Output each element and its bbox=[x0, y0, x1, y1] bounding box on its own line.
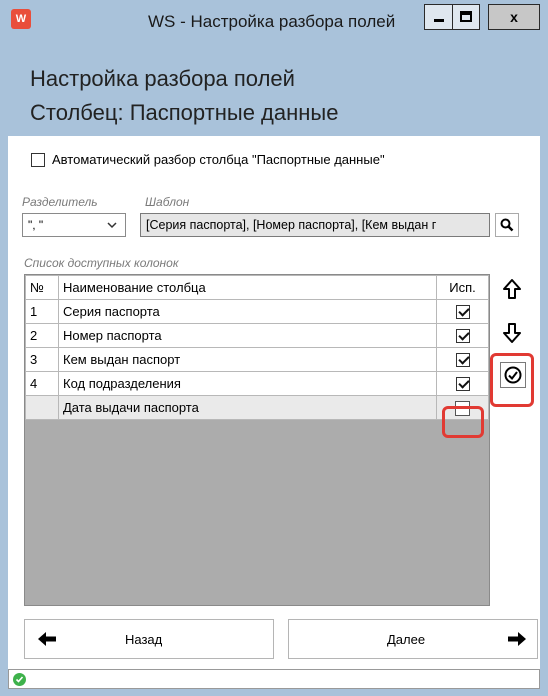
template-label: Шаблон bbox=[145, 195, 190, 209]
next-button[interactable]: Далее bbox=[288, 619, 538, 659]
header-subtitle: Столбец: Паспортные данные bbox=[30, 100, 339, 125]
maximize-button[interactable] bbox=[452, 4, 480, 30]
window-title: WS - Настройка разбора полей bbox=[148, 12, 396, 31]
close-icon: x bbox=[510, 9, 518, 25]
use-checkbox[interactable] bbox=[455, 377, 470, 392]
table-row[interactable]: 4 Код подразделения bbox=[25, 371, 489, 396]
table-row[interactable]: 2 Номер паспорта bbox=[25, 323, 489, 348]
row-use-cell bbox=[436, 347, 489, 372]
checkbox-highlight-frame bbox=[442, 406, 484, 438]
move-down-button[interactable] bbox=[500, 320, 524, 346]
row-name: Кем выдан паспорт bbox=[58, 347, 437, 372]
search-button[interactable] bbox=[495, 213, 519, 237]
column-header-use[interactable]: Исп. bbox=[436, 275, 489, 300]
auto-parse-checkbox[interactable] bbox=[31, 152, 45, 167]
button-highlight-frame bbox=[490, 353, 534, 407]
auto-parse-label: Автоматический разбор столбца "Паспортны… bbox=[52, 152, 385, 167]
title-bar[interactable]: W WS - Настройка разбора полей x bbox=[0, 0, 548, 44]
search-icon bbox=[500, 218, 514, 232]
back-label: Назад bbox=[125, 631, 163, 647]
row-use-cell bbox=[436, 323, 489, 348]
use-checkbox[interactable] bbox=[455, 305, 470, 320]
table-header-row: № Наименование столбца Исп. bbox=[25, 275, 489, 300]
separator-value: ", " bbox=[28, 218, 44, 232]
row-use-cell bbox=[436, 299, 489, 324]
header-band: Настройка разбора полей Столбец: Паспорт… bbox=[8, 44, 540, 136]
columns-table: № Наименование столбца Исп. 1 Серия пасп… bbox=[25, 275, 489, 420]
row-name: Номер паспорта bbox=[58, 323, 437, 348]
arrow-left-icon bbox=[38, 632, 56, 646]
use-checkbox[interactable] bbox=[455, 329, 470, 344]
row-num: 4 bbox=[25, 371, 59, 396]
column-header-name[interactable]: Наименование столбца bbox=[58, 275, 437, 300]
row-num: 1 bbox=[25, 299, 59, 324]
header-title: Настройка разбора полей bbox=[30, 66, 295, 91]
row-num bbox=[25, 395, 59, 420]
row-name: Дата выдачи паспорта bbox=[58, 395, 437, 420]
row-name: Код подразделения bbox=[58, 371, 437, 396]
status-bar bbox=[8, 669, 540, 689]
table-row[interactable]: Дата выдачи паспорта bbox=[25, 395, 489, 420]
separator-select[interactable]: ", " bbox=[22, 213, 126, 237]
row-num: 3 bbox=[25, 347, 59, 372]
chevron-down-icon bbox=[107, 216, 117, 237]
auto-parse-row[interactable]: Автоматический разбор столбца "Паспортны… bbox=[31, 152, 385, 167]
use-checkbox[interactable] bbox=[455, 353, 470, 368]
columns-grid[interactable]: № Наименование столбца Исп. 1 Серия пасп… bbox=[24, 274, 490, 606]
minimize-button[interactable] bbox=[424, 4, 452, 30]
template-input[interactable]: [Серия паспорта], [Номер паспорта], [Кем… bbox=[140, 213, 490, 237]
dialog-window: W WS - Настройка разбора полей x Настрой… bbox=[0, 0, 548, 696]
arrow-up-icon bbox=[503, 279, 521, 299]
column-header-num[interactable]: № bbox=[25, 275, 59, 300]
status-ok-icon bbox=[13, 673, 26, 686]
close-button[interactable]: x bbox=[488, 4, 540, 30]
move-up-button[interactable] bbox=[500, 276, 524, 302]
row-num: 2 bbox=[25, 323, 59, 348]
row-use-cell bbox=[436, 371, 489, 396]
next-label: Далее bbox=[387, 631, 426, 647]
separator-label: Разделитель bbox=[22, 195, 98, 209]
row-name: Серия паспорта bbox=[58, 299, 437, 324]
maximize-icon bbox=[460, 11, 472, 22]
arrow-down-icon bbox=[503, 323, 521, 343]
arrow-right-icon bbox=[508, 632, 526, 646]
table-row[interactable]: 1 Серия паспорта bbox=[25, 299, 489, 324]
main-content: Автоматический разбор столбца "Паспортны… bbox=[8, 136, 540, 669]
columns-list-label: Список доступных колонок bbox=[24, 256, 179, 270]
app-icon: W bbox=[11, 9, 31, 29]
minimize-icon bbox=[433, 19, 444, 22]
table-row[interactable]: 3 Кем выдан паспорт bbox=[25, 347, 489, 372]
back-button[interactable]: Назад bbox=[24, 619, 274, 659]
